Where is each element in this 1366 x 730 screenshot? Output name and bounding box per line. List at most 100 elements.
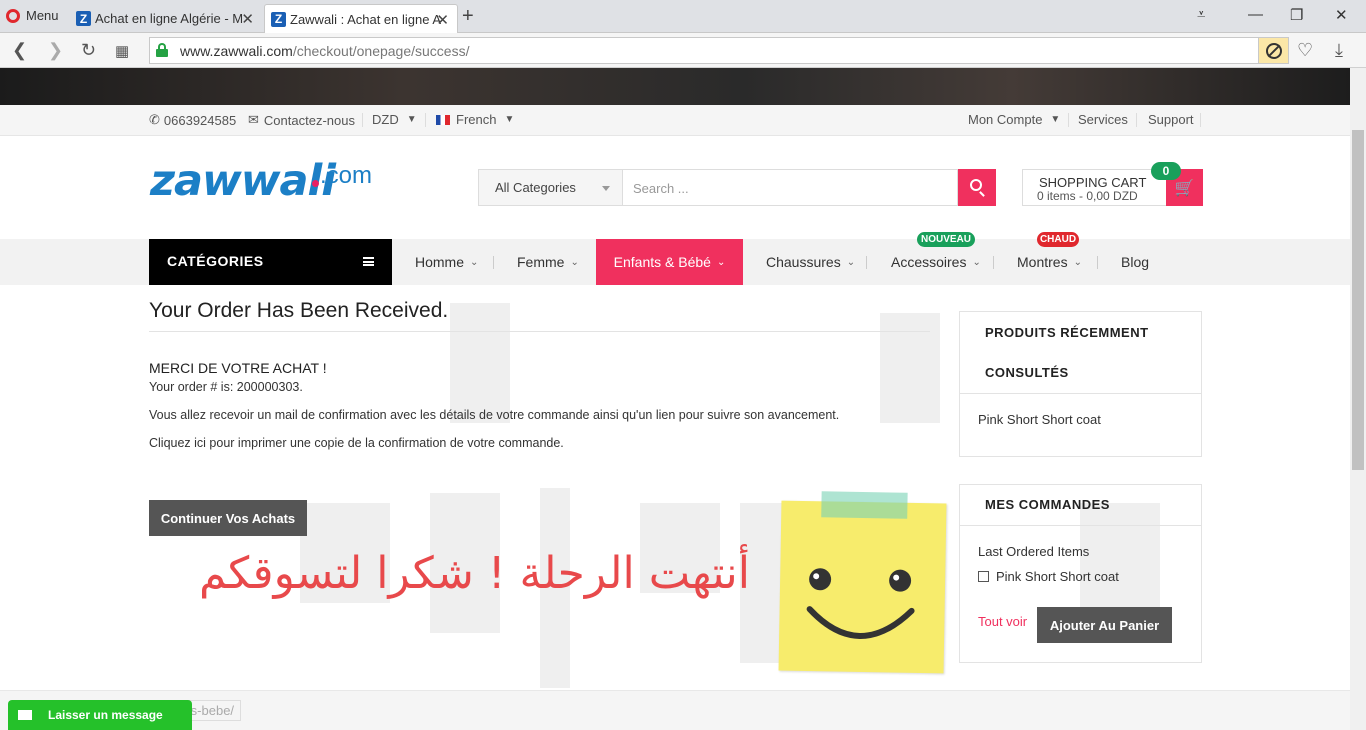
tab-title: Achat en ligne Algérie - M	[95, 11, 244, 26]
phone-icon: ✆	[149, 112, 160, 127]
nav-item-chaussures[interactable]: Chaussures ⌄	[766, 239, 855, 285]
tab-title: Zawwali : Achat en ligne A	[290, 11, 442, 27]
url-domain: www.zawwali.com	[180, 43, 293, 59]
main-nav: CATÉGORIES Homme ⌄ Femme ⌄ Enfants & Bébé ⌄…	[0, 232, 1350, 285]
minimize-icon[interactable]: —	[1248, 6, 1263, 23]
envelope-icon: ✉	[248, 112, 259, 127]
search-button[interactable]	[958, 169, 996, 206]
ordered-item-label: Pink Short Short coat	[996, 569, 1119, 584]
hamburger-icon	[363, 257, 374, 266]
nav-label: Enfants & Bébé	[613, 254, 711, 270]
continue-shopping-button[interactable]: Continuer Vos Achats	[149, 500, 307, 536]
order-success-panel: Your Order Has Been Received. MERCI DE V…	[149, 299, 930, 536]
chevron-down-icon: ▼	[504, 114, 515, 125]
category-select[interactable]: All Categories	[478, 169, 623, 206]
add-to-cart-button[interactable]: Ajouter Au Panier	[1037, 607, 1172, 643]
nav-label: Homme	[415, 254, 465, 270]
support-link[interactable]: Support	[1148, 112, 1194, 127]
chevron-down-icon: ⌄	[470, 256, 479, 268]
hero-banner[interactable]	[0, 68, 1350, 105]
footer-strip: fants-bebe/	[0, 690, 1350, 730]
chevron-down-icon: ⌄	[716, 256, 726, 268]
smiley-sticky-note	[778, 491, 947, 674]
chevron-down-icon: ⌄	[570, 256, 579, 268]
nav-item-enfants-bebe[interactable]: Enfants & Bébé ⌄	[596, 239, 743, 285]
cart-summary: 0 items - 0,00 DZD	[1037, 189, 1138, 203]
back-icon[interactable]: ❮	[12, 40, 27, 61]
new-badge: NOUVEAU	[917, 232, 975, 247]
checkbox[interactable]	[978, 571, 989, 582]
nav-label: Femme	[517, 254, 565, 270]
nav-label: Chaussures	[766, 254, 841, 270]
tab-menu-icon[interactable]: ⩡	[1197, 6, 1205, 23]
nav-item-femme[interactable]: Femme ⌄	[517, 239, 579, 285]
tab-favicon-icon: Z	[271, 11, 286, 27]
address-bar-row: ❮ ❯ ↻ ▦ www.zawwali.com/checkout/onepage…	[0, 33, 1366, 68]
tab-favicon-icon: Z	[76, 11, 91, 26]
reload-icon[interactable]: ↻	[81, 40, 96, 61]
chevron-down-icon: ⌄	[1073, 256, 1082, 268]
browser-tab-active[interactable]: Z Zawwali : Achat en ligne A ✕	[264, 4, 458, 33]
chevron-down-icon: ▼	[1050, 114, 1061, 125]
restore-icon[interactable]: ❐	[1290, 6, 1303, 24]
web-page: ✆ 0663924585 ✉ Contactez-nous DZD ▼ Fren…	[0, 68, 1350, 730]
url-input[interactable]: www.zawwali.com/checkout/onepage/success…	[149, 37, 1289, 64]
menu-label: Menu	[26, 8, 59, 23]
search-input[interactable]: Search ...	[622, 169, 958, 206]
url-path: /checkout/onepage/success/	[292, 43, 470, 59]
account-menu[interactable]: Mon Compte ▼	[968, 112, 1060, 127]
category-select-label: All Categories	[495, 180, 576, 195]
hot-badge: CHAUD	[1037, 232, 1079, 247]
last-ordered-label: Last Ordered Items	[978, 544, 1090, 559]
mail-info: Vous allez recevoir un mail de confirmat…	[149, 408, 840, 422]
france-flag-icon	[436, 114, 450, 125]
language-select[interactable]: French ▼	[436, 112, 514, 127]
print-link[interactable]: Cliquez ici pour imprimer une copie de l…	[149, 436, 929, 450]
ad-block-icon[interactable]	[1258, 37, 1289, 64]
phone-number: 0663924585	[163, 112, 237, 128]
my-orders-box: MES COMMANDES Last Ordered Items Pink Sh…	[959, 484, 1202, 663]
see-all-link[interactable]: Tout voir	[978, 614, 1027, 629]
lock-icon	[156, 43, 168, 57]
nav-label: Accessoires	[891, 254, 967, 270]
currency-label: DZD	[372, 112, 399, 127]
mail-icon	[18, 710, 32, 720]
cart-count-badge: 0	[1151, 162, 1181, 180]
logo-word: zawwali	[150, 156, 336, 206]
chevron-down-icon	[602, 186, 610, 191]
download-icon[interactable]: ⤓	[1335, 40, 1343, 61]
categories-label: CATÉGORIES	[167, 253, 264, 269]
browser-tab[interactable]: Z Achat en ligne Algérie - M ✕	[70, 4, 262, 33]
ordered-item-checkbox-row[interactable]: Pink Short Short coat	[978, 569, 1119, 584]
page-scrollbar[interactable]	[1350, 68, 1366, 730]
forward-icon[interactable]: ❯	[48, 40, 63, 61]
nav-item-homme[interactable]: Homme ⌄	[415, 239, 478, 285]
recent-item-link[interactable]: Pink Short Short coat	[978, 412, 1101, 427]
language-label: French	[456, 112, 497, 127]
account-label: Mon Compte	[968, 112, 1043, 127]
bookmark-heart-icon[interactable]: ♡	[1297, 40, 1313, 61]
order-number: Your order # is: 200000303.	[149, 380, 303, 394]
logo-suffix: .com	[320, 162, 373, 189]
close-window-icon[interactable]: ✕	[1335, 6, 1348, 24]
site-logo[interactable]: zawwali .com	[150, 156, 382, 216]
services-link[interactable]: Services	[1078, 112, 1128, 127]
cart-title: SHOPPING CART	[1039, 175, 1147, 190]
phone-link[interactable]: ✆ 0663924585	[149, 112, 236, 128]
opera-menu-button[interactable]: Menu	[6, 8, 59, 23]
categories-button[interactable]: CATÉGORIES	[149, 239, 392, 285]
speed-dial-icon[interactable]: ▦	[115, 42, 129, 60]
close-tab-icon[interactable]: ✕	[241, 10, 254, 28]
search-icon	[970, 179, 982, 191]
nav-item-blog[interactable]: Blog	[1121, 239, 1149, 285]
close-tab-icon[interactable]: ✕	[436, 11, 449, 29]
contact-link[interactable]: ✉ Contactez-nous	[248, 112, 355, 128]
currency-select[interactable]: DZD ▼	[372, 112, 417, 127]
leave-message-button[interactable]: Laisser un message	[8, 700, 192, 730]
new-tab-icon[interactable]: +	[462, 5, 474, 28]
chevron-down-icon: ▼	[406, 114, 417, 125]
shopping-cart-widget[interactable]: SHOPPING CART 0 items - 0,00 DZD 🛒 0	[1022, 162, 1203, 206]
recent-heading-line2: CONSULTÉS	[985, 365, 1069, 380]
smiley-face-icon	[806, 568, 915, 639]
search-bar: All Categories Search ...	[478, 169, 996, 206]
